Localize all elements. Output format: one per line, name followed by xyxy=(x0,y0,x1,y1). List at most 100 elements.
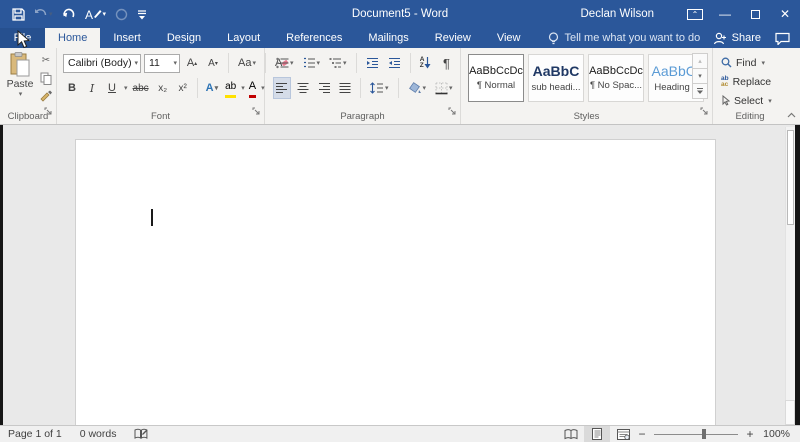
paste-label: Paste xyxy=(7,78,34,90)
styles-scroll-up-icon[interactable]: ▴ xyxy=(692,53,708,69)
replace-button[interactable]: abac Replace xyxy=(713,72,787,91)
proofing-icon[interactable] xyxy=(134,428,148,440)
align-right-button[interactable] xyxy=(315,77,333,99)
underline-dropdown-icon[interactable]: ▾ xyxy=(124,84,128,92)
change-case-button[interactable]: Aa▾ xyxy=(235,52,259,74)
tab-view[interactable]: View xyxy=(484,28,534,48)
sort-button[interactable]: AZ xyxy=(417,52,435,74)
group-paragraph: ▾ ▾ ▾ AZ ¶ xyxy=(265,48,461,124)
bullets-button[interactable]: ▾ xyxy=(273,52,297,74)
superscript-button[interactable]: x² xyxy=(174,77,192,99)
select-button[interactable]: Select ▾ xyxy=(713,91,787,110)
cut-icon[interactable]: ✂ xyxy=(38,52,54,68)
copy-icon[interactable] xyxy=(38,70,54,86)
justify-button[interactable] xyxy=(336,77,354,99)
vertical-scrollbar[interactable] xyxy=(785,127,795,400)
title-bar: ▾ A▾ Document5 - Word Declan Wilson ⌃ — … xyxy=(0,0,800,28)
zoom-slider-thumb[interactable] xyxy=(702,429,706,439)
save-icon[interactable] xyxy=(12,8,25,21)
comments-icon[interactable] xyxy=(775,32,790,45)
style-pen-icon[interactable]: A▾ xyxy=(85,7,107,21)
page-indicator[interactable]: Page 1 of 1 xyxy=(8,428,62,440)
text-highlight-button[interactable]: ab xyxy=(223,77,238,99)
tab-insert[interactable]: Insert xyxy=(100,28,154,48)
document-page[interactable] xyxy=(75,139,716,425)
find-label: Find xyxy=(736,57,756,69)
undo-icon[interactable]: ▾ xyxy=(34,8,53,20)
maximize-button[interactable] xyxy=(740,0,770,28)
zoom-level[interactable]: 100% xyxy=(756,428,790,440)
increase-indent-button[interactable] xyxy=(385,52,404,74)
italic-button[interactable]: I xyxy=(83,77,101,99)
line-spacing-button[interactable]: ▾ xyxy=(367,77,392,99)
tell-me-box[interactable]: Tell me what you want to do xyxy=(548,28,701,48)
font-size-dropdown-icon[interactable]: ▾ xyxy=(173,59,177,67)
multilevel-list-button[interactable]: ▾ xyxy=(326,52,350,74)
align-center-button[interactable] xyxy=(294,77,312,99)
borders-button[interactable]: ▾ xyxy=(432,77,456,99)
find-button[interactable]: Find ▾ xyxy=(713,53,787,72)
zoom-in-button[interactable]: + xyxy=(744,427,756,441)
paragraph-dialog-launcher-icon[interactable] xyxy=(448,103,457,121)
style-no-spacing[interactable]: AaBbCcDc ¶ No Spac... xyxy=(588,54,644,102)
highlight-dropdown-icon[interactable]: ▾ xyxy=(241,84,245,92)
shrink-font-button[interactable]: A▾ xyxy=(204,52,222,74)
tab-review[interactable]: Review xyxy=(422,28,484,48)
styles-scroll-down-icon[interactable]: ▾ xyxy=(692,68,708,84)
font-dialog-launcher-icon[interactable] xyxy=(252,103,261,121)
style-normal[interactable]: AaBbCcDc ¶ Normal xyxy=(468,54,524,102)
numbering-button[interactable]: ▾ xyxy=(300,52,324,74)
redo-icon[interactable] xyxy=(62,8,76,21)
word-count[interactable]: 0 words xyxy=(80,428,117,440)
show-hide-pilcrow-button[interactable]: ¶ xyxy=(438,52,456,74)
zoom-slider[interactable] xyxy=(654,426,738,442)
ribbon-tab-row: File Home Insert Design Layout Reference… xyxy=(0,28,800,48)
user-name[interactable]: Declan Wilson xyxy=(581,8,655,20)
undo-dropdown-icon[interactable]: ▾ xyxy=(49,10,53,18)
customize-qat-icon[interactable] xyxy=(137,8,147,20)
web-layout-icon[interactable] xyxy=(610,426,636,442)
style-sub-heading[interactable]: AaBbC sub headi... xyxy=(528,54,584,102)
style-pen-dropdown-icon[interactable]: ▾ xyxy=(103,10,107,18)
zoom-out-button[interactable]: − xyxy=(636,427,648,441)
tab-mailings[interactable]: Mailings xyxy=(355,28,421,48)
close-button[interactable]: ✕ xyxy=(770,0,800,28)
styles-dialog-launcher-icon[interactable] xyxy=(700,103,709,121)
font-size-combobox[interactable]: 11 ▾ xyxy=(144,54,180,73)
print-layout-icon[interactable] xyxy=(584,426,610,442)
strikethrough-button[interactable]: abc xyxy=(130,77,152,99)
tab-references[interactable]: References xyxy=(273,28,355,48)
bold-button[interactable]: B xyxy=(63,77,81,99)
grow-font-button[interactable]: A▴ xyxy=(183,52,201,74)
underline-button[interactable]: U xyxy=(103,77,121,99)
text-effects-button[interactable]: A▾ xyxy=(203,77,221,99)
select-label: Select xyxy=(734,95,763,107)
read-mode-icon[interactable] xyxy=(558,426,584,442)
ribbon-display-options-icon[interactable]: ⌃ xyxy=(680,0,710,28)
collapse-ribbon-icon[interactable] xyxy=(787,112,796,118)
clipboard-dialog-launcher-icon[interactable] xyxy=(44,103,53,121)
font-name-combobox[interactable]: Calibri (Body) ▾ xyxy=(63,54,141,73)
style-sample: AaBbCcDc xyxy=(469,65,523,77)
subscript-button[interactable]: x₂ xyxy=(154,77,172,99)
shading-button[interactable]: ▾ xyxy=(405,77,430,99)
tab-layout[interactable]: Layout xyxy=(214,28,273,48)
font-name-dropdown-icon[interactable]: ▾ xyxy=(134,59,138,67)
align-left-button[interactable] xyxy=(273,77,291,99)
paste-button[interactable]: Paste ▾ xyxy=(5,52,35,116)
scrollbar-thumb[interactable] xyxy=(787,130,794,225)
tab-design[interactable]: Design xyxy=(154,28,214,48)
share-button[interactable]: Share xyxy=(713,32,761,45)
minimize-button[interactable]: — xyxy=(710,0,740,28)
styles-more-icon[interactable] xyxy=(692,83,708,99)
scrollbar-bottom-button[interactable] xyxy=(785,400,795,425)
font-color-button[interactable]: A xyxy=(247,77,258,99)
tab-home[interactable]: Home xyxy=(45,28,100,48)
status-bar-right: − + 100% xyxy=(558,426,800,442)
style-name: ¶ Normal xyxy=(477,80,515,91)
paste-dropdown-icon[interactable]: ▾ xyxy=(19,90,23,98)
decrease-indent-button[interactable] xyxy=(363,52,382,74)
style-sample: AaBbC xyxy=(533,63,580,79)
format-painter-icon[interactable] xyxy=(38,88,54,104)
touch-mode-icon[interactable] xyxy=(115,8,128,21)
